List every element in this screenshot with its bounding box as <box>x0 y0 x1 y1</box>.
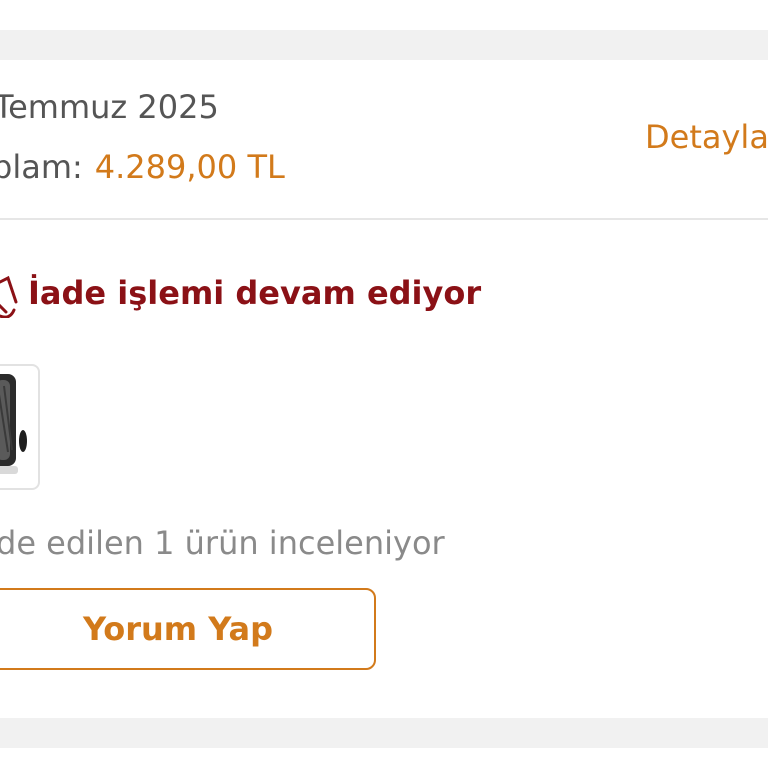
order-card: Temmuz 2025 plam: 4.289,00 TL Detayla İad… <box>0 60 768 718</box>
return-status-text: İade işlemi devam ediyor <box>28 274 482 312</box>
order-total: plam: 4.289,00 TL <box>0 148 285 186</box>
order-total-label: plam: <box>0 148 83 186</box>
return-info-text: de edilen 1 ürün inceleniyor <box>0 524 445 562</box>
order-date: Temmuz 2025 <box>0 88 219 126</box>
next-card-top <box>0 748 768 768</box>
return-status: İade işlemi devam ediyor <box>0 272 768 319</box>
return-arrow-icon <box>0 272 26 319</box>
details-link[interactable]: Detayla <box>645 118 768 156</box>
order-total-value: 4.289,00 TL <box>94 148 285 186</box>
review-button[interactable]: Yorum Yap <box>0 588 376 670</box>
previous-card-bottom <box>0 0 768 30</box>
order-header: Temmuz 2025 plam: 4.289,00 TL Detayla <box>0 60 768 220</box>
product-thumbnail[interactable] <box>0 364 40 490</box>
